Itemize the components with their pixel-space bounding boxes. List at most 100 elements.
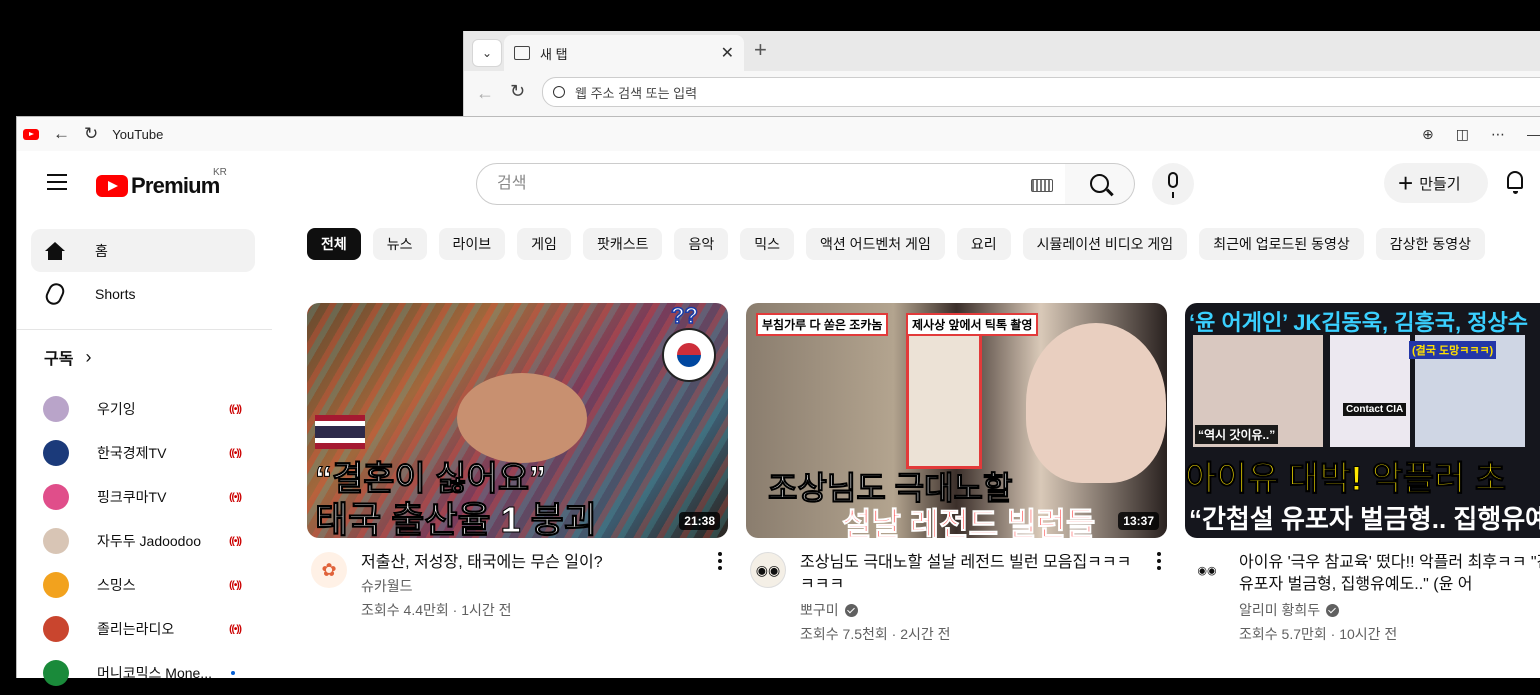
chip-action-adventure[interactable]: 액션 어드벤처 게임: [806, 228, 945, 260]
zoom-icon[interactable]: ⊕: [1422, 126, 1434, 143]
plus-icon: +: [1398, 168, 1414, 198]
channel-avatar[interactable]: ◉◉: [1189, 552, 1225, 588]
home-icon: [43, 239, 67, 263]
keyboard-icon[interactable]: [1031, 179, 1053, 192]
sidebar-item-home[interactable]: 홈: [31, 229, 255, 272]
youtube-header: Premium KR + 만들기: [17, 151, 1540, 215]
subscription-item[interactable]: 한국경제TV ((•)): [31, 431, 255, 475]
address-bar[interactable]: 웹 주소 검색 또는 입력: [542, 77, 1540, 107]
video-title[interactable]: 조상님도 극대노할 설날 레전드 빌런 모음집ㅋㅋㅋㅋㅋㅋ: [800, 552, 1140, 596]
video-thumbnail[interactable]: 부침가루 다 쏟은 조카놈 제사상 앞에서 틱톡 촬영 조상님도 극대노할 설날…: [746, 303, 1167, 538]
brand-text: Premium: [131, 173, 220, 198]
channel-name[interactable]: 알리미 황희두: [1239, 600, 1340, 620]
chip-simulation[interactable]: 시뮬레이션 비디오 게임: [1022, 228, 1188, 260]
chip-mixes[interactable]: 믹스: [740, 228, 794, 260]
thumbnail-text-line2: 설날 레전드 빌런들: [841, 506, 1096, 539]
bg-toolbar: ← ↻ 웹 주소 검색 또는 입력: [464, 71, 1540, 121]
chip-cooking[interactable]: 요리: [956, 228, 1011, 260]
channel-name: 우기잉: [97, 401, 136, 417]
subscription-item[interactable]: 핑크쿠마TV ((•)): [31, 475, 255, 519]
chip-music[interactable]: 음악: [674, 228, 729, 260]
subscription-item[interactable]: 머니코믹스 Mone...: [31, 651, 255, 695]
channel-name: 스밍스: [97, 577, 136, 593]
live-indicator-icon: ((•)): [229, 447, 242, 459]
channel-name-text: 뽀구미: [800, 602, 839, 618]
more-actions-icon[interactable]: [1157, 552, 1161, 570]
video-thumbnail[interactable]: ?? “결혼이 싫어요” 태국 출산율 1 붕괴 21:38: [307, 303, 728, 538]
channel-avatar[interactable]: ◉◉: [750, 552, 786, 588]
video-card[interactable]: ‘윤 어게인’ JK김동욱, 김흥국, 정상수 Contact CIA (결국 …: [1185, 303, 1540, 650]
refresh-icon[interactable]: ↻: [84, 124, 98, 144]
create-label: 만들기: [1419, 175, 1461, 193]
channel-name: 한국경제TV: [97, 445, 167, 461]
subscription-item[interactable]: 자두두 Jadoodoo ((•)): [31, 519, 255, 563]
video-meta: ◉◉ 아이유 '극우 참교육' 떴다!! 악플러 최후ㅋㅋ "간첩설 유포자 벌…: [1185, 550, 1540, 650]
youtube-premium-logo[interactable]: Premium KR: [96, 167, 227, 199]
youtube-play-icon: [96, 175, 128, 197]
video-stats: 조회수 5.7만회 · 10시간 전: [1239, 626, 1398, 642]
subscription-item[interactable]: 스밍스 ((•)): [31, 563, 255, 607]
tab-list-button[interactable]: ⌄: [472, 39, 502, 67]
create-button[interactable]: + 만들기: [1384, 163, 1488, 203]
chip-watched[interactable]: 감상한 동영상: [1375, 228, 1485, 260]
channel-avatar: [43, 616, 69, 642]
sidebar: 홈 Shorts 구독 › 우기잉 ((•)) 한국경제TV ((•)) 핑크쿠…: [17, 215, 272, 686]
thumbnail-cia: Contact CIA: [1343, 403, 1407, 416]
video-meta: ✿ 저출산, 저성장, 태국에는 무슨 일이? 슈카월드 조회수 4.4만회 ·…: [307, 550, 728, 650]
channel-name: 핑크쿠마TV: [97, 489, 167, 505]
sidebar-item-shorts[interactable]: Shorts: [31, 272, 255, 315]
video-title[interactable]: 저출산, 저성장, 태국에는 무슨 일이?: [361, 552, 701, 574]
search-button[interactable]: [1065, 163, 1135, 205]
more-actions-icon[interactable]: [718, 552, 722, 570]
channel-name[interactable]: 뽀구미: [800, 600, 858, 620]
new-tab-plus-icon[interactable]: +: [754, 39, 767, 61]
thumbnail-screenshot: [1330, 335, 1410, 447]
app-title: YouTube: [112, 126, 164, 142]
chip-live[interactable]: 라이브: [438, 228, 506, 260]
voice-search-button[interactable]: [1152, 163, 1194, 205]
chip-all[interactable]: 전체: [307, 228, 361, 260]
channel-name: 졸리는라디오: [97, 621, 175, 637]
video-stats: 조회수 7.5천회 · 2시간 전: [800, 626, 951, 642]
youtube-favicon-icon: [23, 128, 39, 140]
menu-icon[interactable]: [47, 174, 67, 190]
chip-recently-uploaded[interactable]: 최근에 업로드된 동영상: [1199, 228, 1364, 260]
subscriptions-label: 구독: [44, 351, 74, 368]
channel-name[interactable]: 슈카월드: [361, 576, 413, 596]
video-card[interactable]: ?? “결혼이 싫어요” 태국 출산율 1 붕괴 21:38 ✿ 저출산, 저성…: [307, 303, 728, 650]
back-arrow-icon[interactable]: ←: [476, 83, 494, 104]
video-stats: 조회수 4.4만회 · 1시간 전: [361, 602, 512, 618]
thumbnail-tag1: 부침가루 다 쏟은 조카놈: [756, 313, 889, 336]
channel-avatar: [43, 572, 69, 598]
live-indicator-icon: ((•)): [229, 623, 242, 635]
close-icon[interactable]: ✕: [721, 43, 734, 63]
subscription-item[interactable]: 졸리는라디오 ((•)): [31, 607, 255, 651]
background-browser-window: ⌄ 새 탭 ✕ + ← ↻ 웹 주소 검색 또는 입력: [463, 31, 1540, 121]
subscriptions-heading[interactable]: 구독 ›: [44, 345, 91, 369]
subscription-item[interactable]: 우기잉 ((•)): [31, 387, 255, 431]
refresh-icon[interactable]: ↻: [510, 81, 525, 102]
more-options-icon[interactable]: ⋯: [1491, 126, 1505, 143]
thumbnail-baby: [457, 373, 587, 463]
search-icon: [553, 86, 565, 98]
bg-tab-new-tab[interactable]: 새 탭 ✕: [504, 35, 744, 71]
channel-name: 머니코믹스 Mone...: [97, 665, 212, 681]
chip-news[interactable]: 뉴스: [372, 228, 427, 260]
channel-avatar[interactable]: ✿: [311, 552, 347, 588]
verified-badge-icon: [844, 603, 858, 617]
notifications-bell-icon[interactable]: [1507, 171, 1523, 194]
search-input[interactable]: [495, 174, 999, 194]
video-thumbnail[interactable]: ‘윤 어게인’ JK김동욱, 김흥국, 정상수 Contact CIA (결국 …: [1185, 303, 1540, 538]
video-title[interactable]: 아이유 '극우 참교육' 떴다!! 악플러 최후ㅋㅋ "간첩설 유포자 벌금형,…: [1239, 552, 1540, 596]
sidebar-divider: [17, 329, 272, 330]
video-card[interactable]: 부침가루 다 쏟은 조카놈 제사상 앞에서 틱톡 촬영 조상님도 극대노할 설날…: [746, 303, 1167, 650]
live-indicator-icon: ((•)): [229, 491, 242, 503]
back-arrow-icon[interactable]: ←: [53, 124, 70, 144]
chip-gaming[interactable]: 게임: [517, 228, 571, 260]
chip-podcasts[interactable]: 팟캐스트: [582, 228, 663, 260]
thumbnail-caption: “역시 갓이유..”: [1195, 425, 1279, 444]
minimize-icon[interactable]: —: [1527, 126, 1540, 142]
channel-avatar: [43, 528, 69, 554]
youtube-app-window: ← ↻ YouTube ⊕ ◫ ⋯ — Premium KR + 만들기: [16, 116, 1540, 686]
app-available-icon[interactable]: ◫: [1456, 126, 1469, 143]
